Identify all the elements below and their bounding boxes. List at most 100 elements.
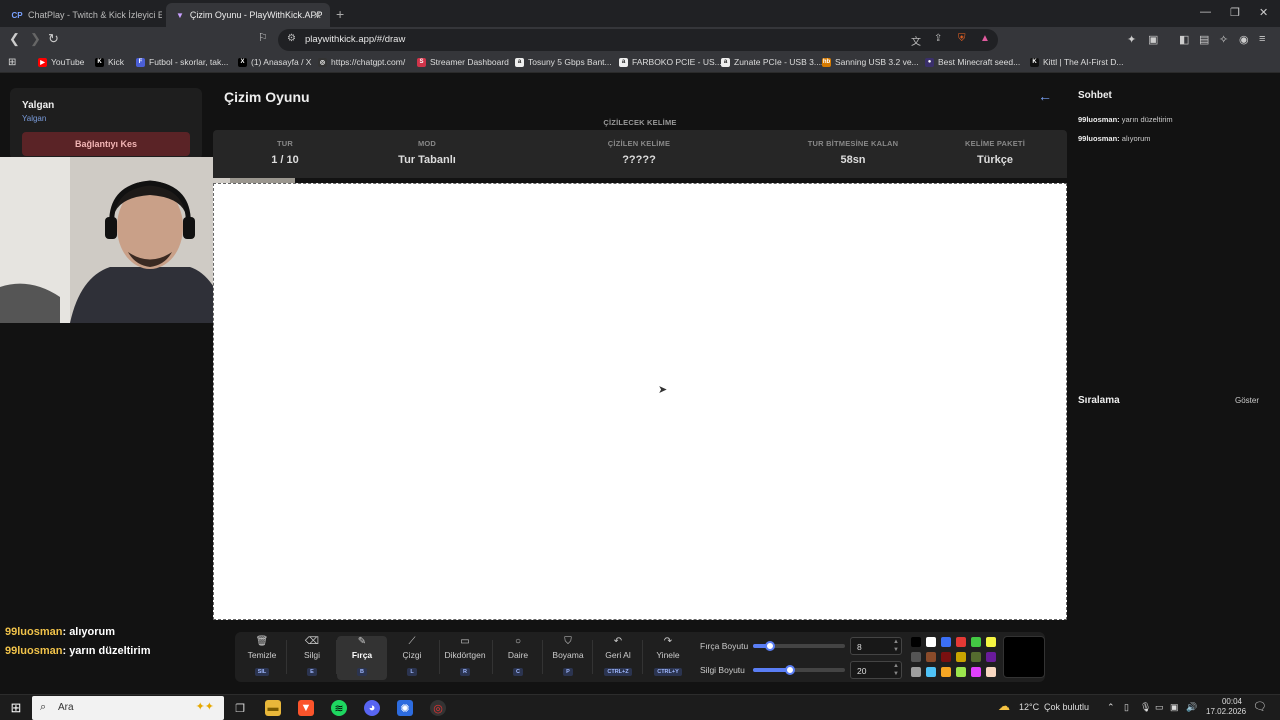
sidebar-toggle-icon[interactable]: ◧ bbox=[1179, 33, 1189, 46]
back-arrow-icon[interactable]: ← bbox=[1038, 88, 1052, 104]
brush-size-slider[interactable] bbox=[753, 641, 845, 651]
tab-search-icon[interactable]: ▤ bbox=[1199, 33, 1209, 46]
tool-b-button[interactable]: ✎ Fırça B bbox=[337, 636, 387, 680]
bookmark-item[interactable]: F Futbol - skorlar, tak... bbox=[136, 57, 228, 67]
tool-p-button[interactable]: ⛉ Boyama P bbox=[543, 636, 593, 680]
close-window-icon[interactable]: ✕ bbox=[1259, 6, 1268, 19]
wallet-icon[interactable]: ▣ bbox=[1148, 33, 1158, 46]
bookmark-item[interactable]: K Kick bbox=[95, 57, 124, 67]
color-swatch[interactable] bbox=[986, 667, 996, 677]
bookmark-item[interactable]: a FARBOKO PCIE - US... bbox=[619, 57, 722, 67]
discord-icon[interactable]: ◕ bbox=[364, 700, 380, 716]
bookmark-favicon-icon: ▶ bbox=[38, 57, 47, 67]
brave-rewards-icon[interactable]: ▲ bbox=[980, 33, 990, 44]
show-ranking-button[interactable]: Göster bbox=[1235, 396, 1259, 405]
site-info-icon[interactable]: ⚙ bbox=[287, 33, 296, 44]
address-bar[interactable]: ⚙ playwithkick.app/#/draw 文 ⇪ ⛨ ▲ bbox=[278, 29, 998, 51]
vpn-icon[interactable]: ◉ bbox=[1239, 33, 1249, 46]
notifications-icon[interactable]: 🗨 bbox=[1253, 700, 1267, 713]
extensions-icon[interactable]: ✦ bbox=[1127, 33, 1136, 46]
color-swatch[interactable] bbox=[926, 652, 936, 662]
weather-temp[interactable]: 12°C bbox=[1019, 702, 1039, 712]
network-icon[interactable]: ▭ bbox=[1155, 702, 1164, 713]
obs-icon[interactable]: ◎ bbox=[430, 700, 446, 716]
tool-ctrl-z-button[interactable]: ↶ Geri Al CTRL+Z bbox=[593, 636, 643, 680]
tab-cizim-oyunu[interactable]: ▼ Çizim Oyunu - PlayWithKick.APP ✕ bbox=[166, 3, 330, 27]
tray-app-icon[interactable]: ▯ bbox=[1124, 702, 1129, 713]
leo-ai-icon[interactable]: ✧ bbox=[1219, 33, 1228, 46]
color-swatch[interactable] bbox=[926, 667, 936, 677]
slider-knob[interactable] bbox=[764, 641, 775, 651]
tray-chevron-icon[interactable]: ⌃ bbox=[1107, 702, 1115, 713]
tool-separator bbox=[642, 640, 643, 674]
taskbar-search[interactable]: ⌕ Ara ✦✦ bbox=[32, 696, 224, 720]
color-swatch[interactable] bbox=[911, 637, 921, 647]
drawing-canvas[interactable]: ➤ bbox=[213, 183, 1067, 620]
display-icon[interactable]: ▣ bbox=[1170, 702, 1179, 713]
tool-c-button[interactable]: ○ Daire C bbox=[493, 636, 543, 680]
current-color-swatch[interactable] bbox=[1003, 636, 1045, 678]
back-icon[interactable]: ❮ bbox=[9, 31, 20, 47]
bookmark-icon[interactable]: ⚐ bbox=[258, 31, 268, 44]
file-explorer-icon[interactable]: ▬ bbox=[265, 700, 281, 716]
bookmark-item[interactable]: X (1) Anasayfa / X bbox=[238, 57, 311, 67]
color-swatch[interactable] bbox=[986, 637, 996, 647]
forward-icon[interactable]: ❯ bbox=[30, 31, 41, 47]
brave-shield-icon[interactable]: ⛨ bbox=[958, 33, 966, 44]
eraser-size-input[interactable]: 20 ▲ ▼ bbox=[850, 661, 902, 679]
reload-icon[interactable]: ↻ bbox=[48, 31, 59, 47]
tool-r-button[interactable]: ▭ Dikdörtgen R bbox=[440, 636, 490, 680]
weather-desc[interactable]: Çok bulutlu bbox=[1044, 702, 1089, 712]
disconnect-button[interactable]: Bağlantıyı Kes bbox=[22, 132, 190, 156]
windows-start-icon[interactable]: ⊞ bbox=[8, 700, 24, 716]
translate-icon[interactable]: 文 bbox=[911, 33, 921, 48]
close-tab-icon[interactable]: ✕ bbox=[313, 9, 322, 22]
task-view-icon[interactable]: ❐ bbox=[232, 700, 248, 716]
clock[interactable]: 00:04 17.02.2026 bbox=[1206, 697, 1246, 717]
color-swatch[interactable] bbox=[941, 637, 951, 647]
tool-l-button[interactable]: ⟋ Çizgi L bbox=[387, 636, 437, 680]
color-swatch[interactable] bbox=[911, 652, 921, 662]
slider-knob[interactable] bbox=[784, 665, 795, 675]
color-swatch[interactable] bbox=[956, 637, 966, 647]
brave-browser-icon[interactable]: ▼ bbox=[298, 700, 314, 716]
weather-icon[interactable]: ☁ bbox=[998, 699, 1010, 713]
user-channel-link[interactable]: Yalgan bbox=[22, 114, 46, 123]
color-swatch[interactable] bbox=[956, 652, 966, 662]
color-swatch[interactable] bbox=[971, 667, 981, 677]
bookmark-item[interactable]: ◎ https://chatgpt.com/ bbox=[318, 57, 405, 67]
bookmark-item[interactable]: a Zunate PCIe - USB 3.... bbox=[721, 57, 823, 67]
spotify-icon[interactable]: ≋ bbox=[331, 700, 347, 716]
tool-e-button[interactable]: ⌫ Silgi E bbox=[287, 636, 337, 680]
eraser-size-slider[interactable] bbox=[753, 665, 845, 675]
microphone-icon[interactable]: 🎙 bbox=[1140, 702, 1151, 713]
tool-ctrl-y-button[interactable]: ↷ Yinele CTRL+Y bbox=[643, 636, 693, 680]
bookmark-item[interactable]: S Streamer Dashboard bbox=[417, 57, 509, 67]
restore-icon[interactable]: ❐ bbox=[1230, 6, 1240, 19]
bookmark-item[interactable]: K Kittl | The AI-First D... bbox=[1030, 57, 1123, 67]
bookmark-item[interactable]: ● Best Minecraft seed... bbox=[925, 57, 1020, 67]
color-swatch[interactable] bbox=[971, 637, 981, 647]
url-text[interactable]: playwithkick.app/#/draw bbox=[305, 34, 405, 45]
tool-label: Çizgi bbox=[402, 650, 422, 660]
new-tab-icon[interactable]: + bbox=[336, 6, 344, 22]
bookmark-item[interactable]: a Tosuny 5 Gbps Bant... bbox=[515, 57, 612, 67]
color-swatch[interactable] bbox=[941, 667, 951, 677]
apps-grid-icon[interactable]: ⊞ bbox=[8, 57, 16, 68]
menu-icon[interactable]: ≡ bbox=[1259, 33, 1265, 45]
color-swatch[interactable] bbox=[986, 652, 996, 662]
color-swatch[interactable] bbox=[911, 667, 921, 677]
minimize-icon[interactable]: — bbox=[1200, 6, 1211, 18]
app-icon[interactable]: ✺ bbox=[397, 700, 413, 716]
tool-sil-button[interactable]: 🗑 Temizle SIL bbox=[237, 636, 287, 680]
tab-chatplay[interactable]: CP ChatPlay - Twitch & Kick İzleyici Etk… bbox=[2, 3, 162, 27]
color-swatch[interactable] bbox=[926, 637, 936, 647]
bookmark-item[interactable]: ▶ YouTube bbox=[38, 57, 84, 67]
color-swatch[interactable] bbox=[956, 667, 966, 677]
volume-icon[interactable]: 🔊 bbox=[1186, 702, 1197, 713]
color-swatch[interactable] bbox=[971, 652, 981, 662]
color-swatch[interactable] bbox=[941, 652, 951, 662]
bookmark-item[interactable]: hb Sanning USB 3.2 ve... bbox=[822, 57, 919, 67]
share-icon[interactable]: ⇪ bbox=[934, 33, 942, 44]
brush-size-input[interactable]: 8 ▲ ▼ bbox=[850, 637, 902, 655]
